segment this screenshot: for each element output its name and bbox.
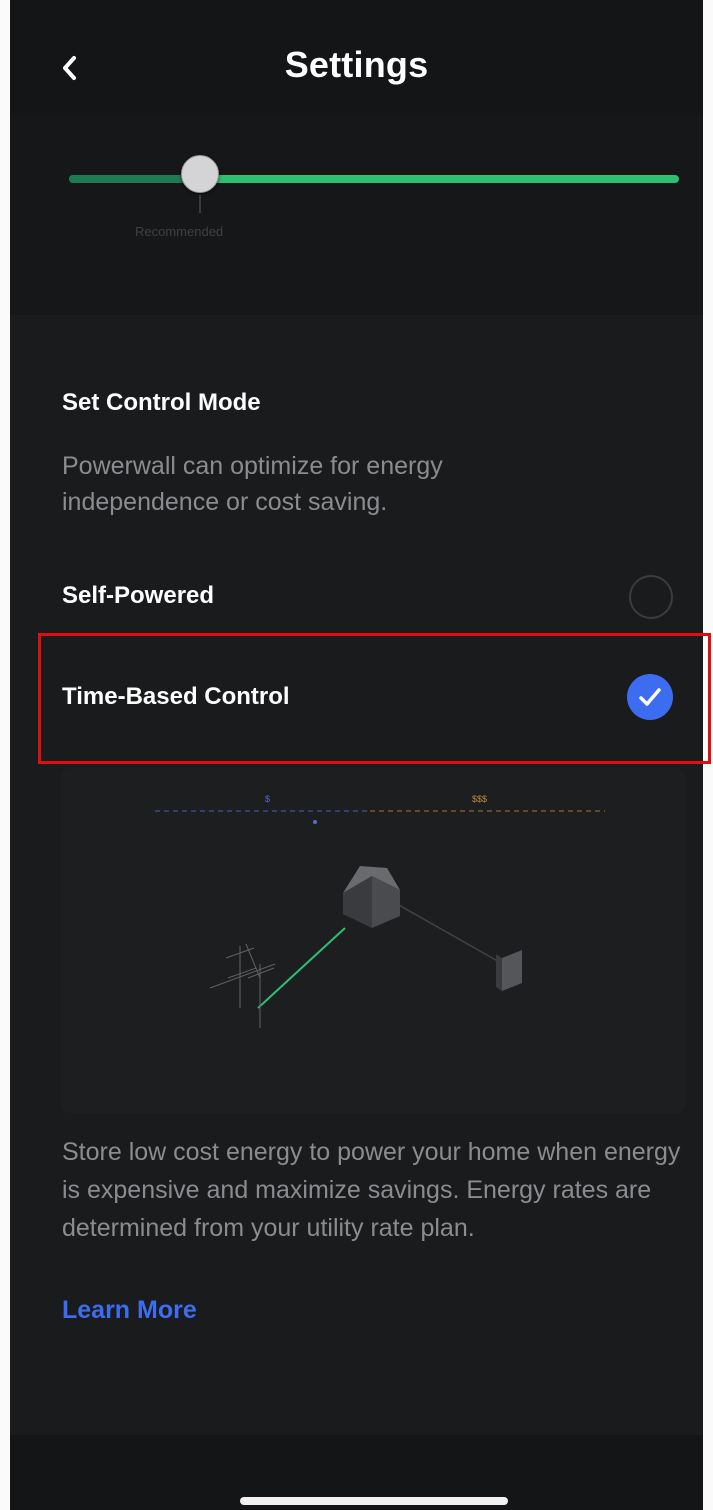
home-indicator[interactable]	[240, 1497, 508, 1505]
reserve-slider-track[interactable]	[68, 171, 680, 183]
control-mode-title: Set Control Mode	[62, 389, 261, 416]
high-price-marker: $$$	[472, 794, 487, 804]
low-price-marker: $	[265, 794, 270, 804]
learn-more-link[interactable]: Learn More	[62, 1296, 197, 1325]
option-self-powered[interactable]: Self-Powered	[10, 560, 703, 636]
reserve-slider-thumb[interactable]	[181, 155, 219, 193]
powerwall-icon	[496, 950, 522, 991]
checkmark-icon	[639, 688, 661, 706]
control-mode-info-text: Store low cost energy to power your home…	[62, 1138, 681, 1242]
slider-track-graphic	[69, 175, 679, 183]
backup-reserve-slider-section: Recommended	[10, 115, 703, 315]
house-icon	[343, 866, 400, 928]
radio-unselected-icon[interactable]	[629, 575, 673, 619]
radio-selected-check-icon[interactable]	[627, 674, 673, 720]
header-bar: Settings	[10, 0, 703, 115]
screenshot-border-left	[0, 0, 10, 1510]
utility-pole-icon	[209, 943, 276, 1028]
energy-flow-diagram: $ $$$	[155, 794, 605, 1028]
recommended-tick	[199, 195, 201, 213]
bottom-bar	[10, 1435, 703, 1510]
option-label: Self-Powered	[62, 582, 215, 609]
option-time-based-control[interactable]: Time-Based Control	[10, 660, 703, 736]
control-mode-description: Powerwall can optimize for energy indepe…	[62, 452, 443, 516]
time-based-control-illustration: $ $$$	[60, 768, 686, 1113]
screenshot-border-right	[703, 0, 713, 1510]
page-title: Settings	[284, 44, 429, 85]
settings-screen: Settings Recommended Set Control Mode Po…	[10, 0, 711, 1510]
recommended-label: Recommended	[135, 224, 224, 239]
option-label: Time-Based Control	[62, 683, 290, 710]
